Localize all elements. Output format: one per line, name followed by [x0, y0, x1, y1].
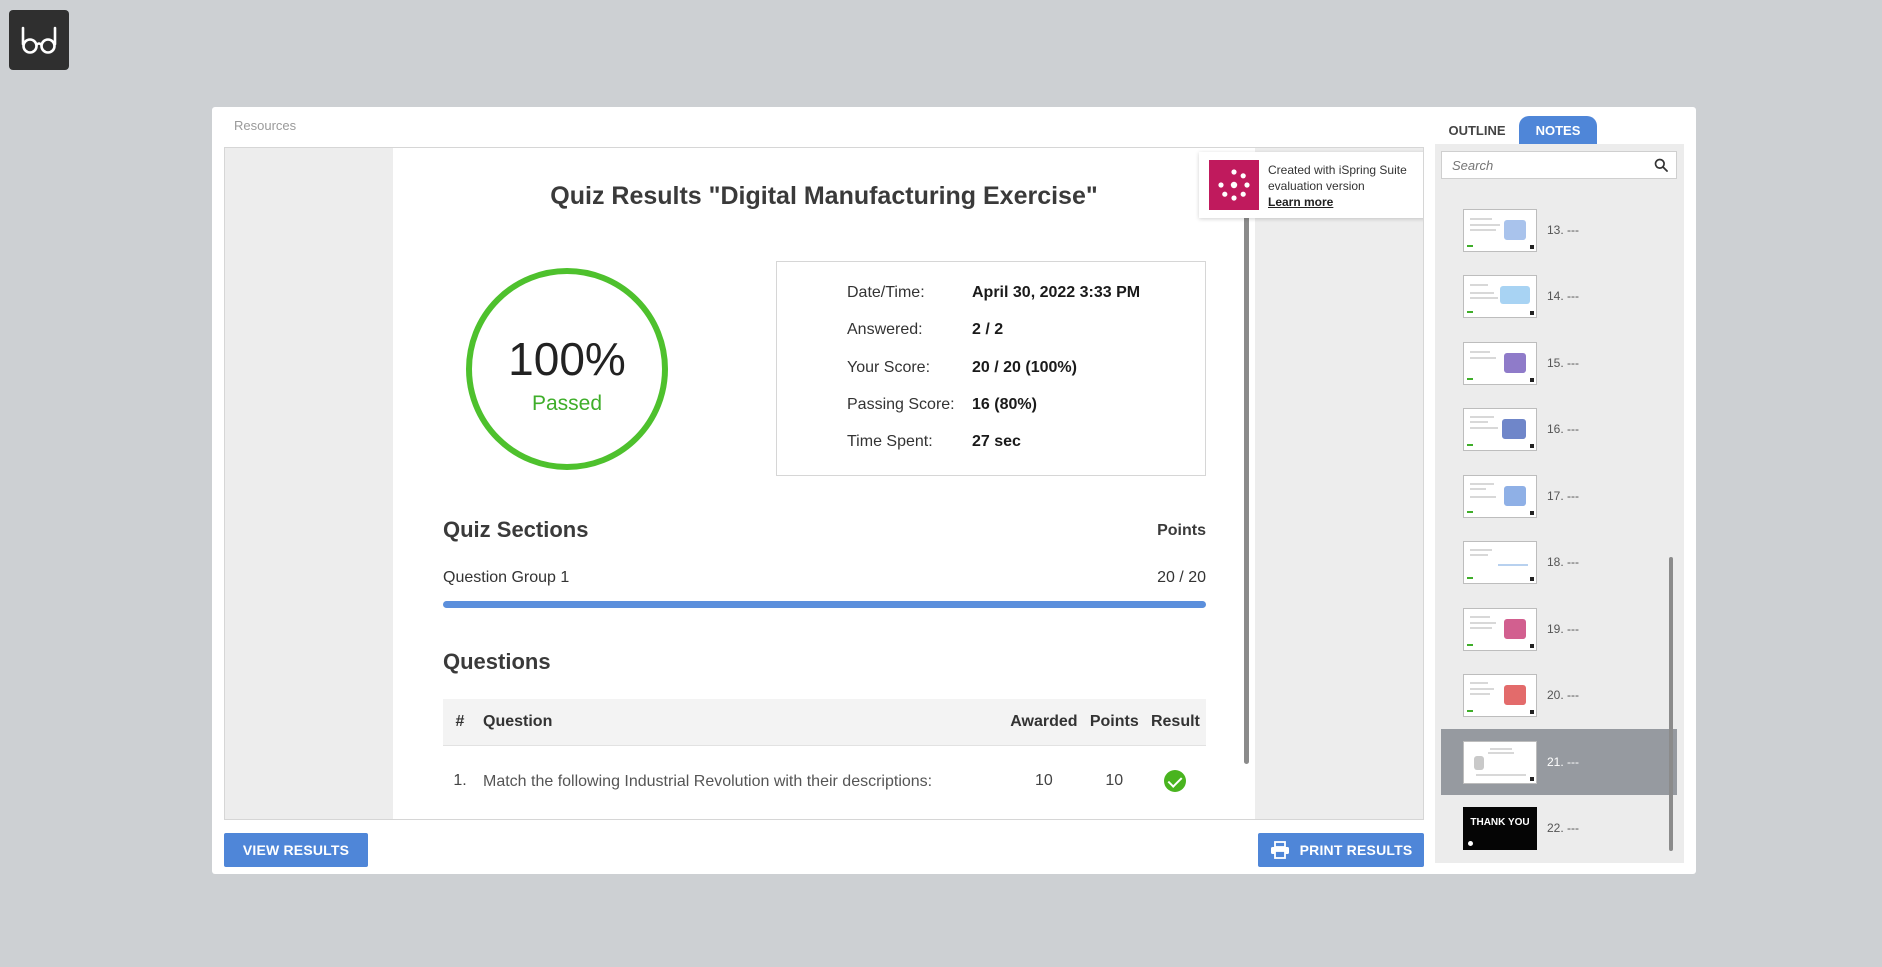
row-result — [1145, 745, 1206, 817]
slide-label: 19. --- — [1547, 622, 1580, 636]
questions-table: # Question Awarded Points Result 1. Matc… — [443, 699, 1206, 817]
slide-label: 22. --- — [1547, 821, 1580, 835]
slide-thumbnail — [1463, 608, 1537, 651]
slide-item-16[interactable]: 16. --- — [1441, 396, 1677, 462]
row-num: 1. — [453, 772, 467, 790]
quiz-title: Quiz Results "Digital Manufacturing Exer… — [550, 182, 1098, 210]
slide-thumbnail — [1463, 541, 1537, 584]
stat-label: Time Spent: — [847, 433, 933, 450]
slide-thumbnail — [1463, 674, 1537, 717]
slide-label: 21. --- — [1547, 755, 1580, 769]
slide-label: 15. --- — [1547, 356, 1580, 370]
stat-value: 20 / 20 (100%) — [972, 359, 1077, 376]
sections-title: Quiz Sections — [443, 517, 589, 542]
slide-list: 13. --- 14. --- 15. --- 16. --- 17. --- … — [1435, 197, 1684, 863]
view-results-button[interactable]: VIEW RESULTS — [224, 833, 368, 867]
ispring-banner: Created with iSpring Suite evaluation ve… — [1199, 152, 1423, 218]
slide-item-19[interactable]: 19. --- — [1441, 596, 1677, 662]
thumb-text: THANK YOU — [1470, 817, 1530, 828]
slide-thumbnail — [1463, 475, 1537, 518]
search-box — [1441, 151, 1677, 179]
print-results-button[interactable]: PRINT RESULTS — [1258, 833, 1424, 867]
col-header-num: # — [443, 699, 477, 746]
slide-thumbnail — [1463, 408, 1537, 451]
points-header: Points — [1157, 522, 1206, 539]
printer-icon — [1270, 841, 1289, 859]
ispring-text: Created with iSpring Suite evaluation ve… — [1268, 162, 1423, 210]
correct-check-icon — [1164, 770, 1187, 793]
player-window: Resources Quiz Results "Digital Manufact… — [212, 107, 1696, 874]
score-percent: 100% — [508, 333, 626, 385]
slide-item-13[interactable]: 13. --- — [1441, 197, 1677, 263]
stat-label: Your Score: — [847, 359, 931, 376]
ispring-logo-icon — [1209, 160, 1259, 210]
stats-panel: Date/Time: April 30, 2022 3:33 PM Answer… — [776, 261, 1206, 476]
row-question: Match the following Industrial Revolutio… — [483, 772, 933, 790]
quiz-results-slide: Quiz Results "Digital Manufacturing Exer… — [393, 148, 1255, 819]
col-header-awarded: Awarded — [1004, 699, 1084, 746]
group-label: Question Group 1 — [443, 569, 570, 586]
stat-value: 16 (80%) — [972, 396, 1037, 413]
slide-thumbnail — [1463, 275, 1537, 318]
search-input[interactable] — [1442, 152, 1642, 178]
stat-label: Passing Score: — [847, 396, 955, 413]
print-results-label: PRINT RESULTS — [1299, 842, 1413, 858]
slide-item-18[interactable]: 18. --- — [1441, 529, 1677, 595]
slide-label: 18. --- — [1547, 555, 1580, 569]
stat-value: 2 / 2 — [972, 321, 1004, 338]
glasses-icon — [21, 26, 57, 54]
slide-thumbnail — [1463, 209, 1537, 252]
row-points: 10 — [1105, 772, 1124, 790]
slide-scrollbar[interactable] — [1244, 208, 1249, 764]
col-header-points: Points — [1083, 699, 1145, 746]
slide-label: 17. --- — [1547, 489, 1580, 503]
tab-notes[interactable]: NOTES — [1519, 116, 1597, 144]
col-header-result: Result — [1144, 699, 1206, 746]
stat-value: April 30, 2022 3:33 PM — [972, 284, 1141, 301]
slide-thumbnail: THANK YOU — [1463, 807, 1537, 850]
slide-item-22[interactable]: THANK YOU 22. --- — [1441, 795, 1677, 861]
table-row[interactable]: 1. Match the following Industrial Revolu… — [443, 745, 1206, 817]
pass-status: Passed — [531, 392, 603, 415]
resources-link[interactable]: Resources — [234, 118, 296, 133]
slide-label: 13. --- — [1547, 223, 1580, 237]
stat-label: Answered: — [847, 321, 923, 338]
slide-item-17[interactable]: 17. --- — [1441, 463, 1677, 529]
search-icon[interactable] — [1654, 158, 1668, 172]
slide-label: 14. --- — [1547, 289, 1580, 303]
table-header-row: # Question Awarded Points Result — [443, 699, 1206, 746]
slide-label: 20. --- — [1547, 688, 1580, 702]
slide-stage: Quiz Results "Digital Manufacturing Exer… — [224, 147, 1424, 820]
row-awarded: 10 — [1035, 772, 1053, 790]
group-progress-bar — [443, 601, 1206, 608]
group-score: 20 / 20 — [1157, 569, 1206, 586]
sidebar: OUTLINE NOTES 13. --- — [1435, 116, 1684, 863]
slide-item-20[interactable]: 20. --- — [1441, 662, 1677, 728]
sidebar-scrollbar[interactable] — [1669, 557, 1673, 851]
slide-thumbnail — [1463, 741, 1537, 784]
reader-mode-button[interactable] — [9, 10, 69, 70]
slide-label: 16. --- — [1547, 422, 1580, 436]
slide-item-15[interactable]: 15. --- — [1441, 330, 1677, 396]
stat-label: Date/Time: — [847, 284, 925, 301]
learn-more-link[interactable]: Learn more — [1268, 194, 1423, 210]
score-ring: 100% Passed — [466, 268, 668, 470]
tab-outline[interactable]: OUTLINE — [1435, 116, 1519, 144]
col-header-question: Question — [477, 699, 1005, 746]
ispring-message: Created with iSpring Suite evaluation ve… — [1268, 163, 1407, 193]
questions-title: Questions — [443, 649, 551, 674]
slide-thumbnail — [1463, 342, 1537, 385]
slide-item-14[interactable]: 14. --- — [1441, 263, 1677, 329]
slide-item-21[interactable]: 21. --- — [1441, 729, 1677, 795]
stat-value: 27 sec — [972, 433, 1021, 450]
